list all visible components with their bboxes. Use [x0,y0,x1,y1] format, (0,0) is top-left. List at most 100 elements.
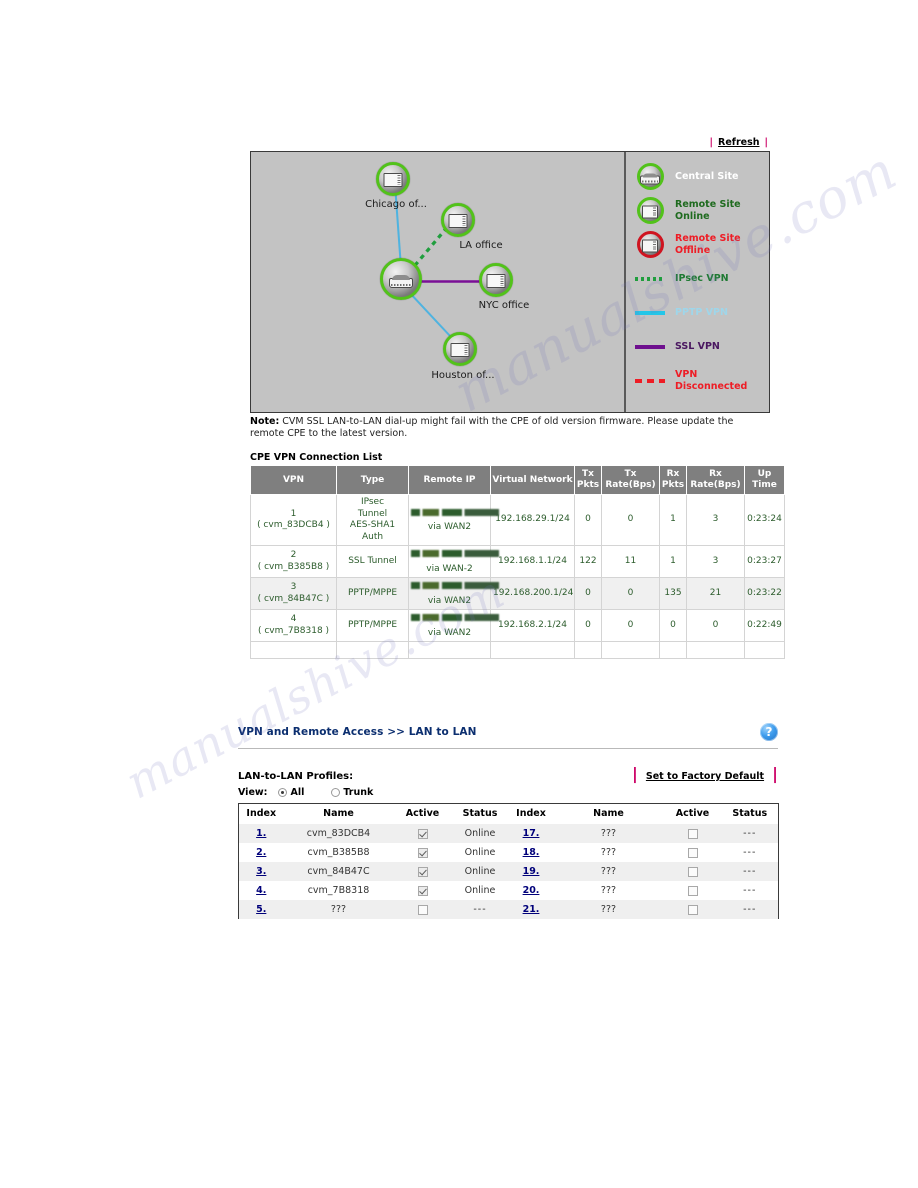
topology-node-chicago[interactable] [376,162,410,196]
cell-index-left: 3. [238,862,284,881]
refresh-link[interactable]: Refresh [716,137,761,148]
cell-vpn: 3 ( cvm_84B47C ) [250,577,337,610]
radio-trunk-icon[interactable] [331,788,341,797]
profile-index-link[interactable]: 3. [256,866,266,877]
cpe-table-row: 4 ( cvm_7B8318 ) PPTP/MPPE 111.251.166.1… [250,609,785,642]
col-header-index-right: Index [508,803,554,824]
active-checkbox-icon[interactable] [687,866,698,877]
active-checkbox-icon[interactable] [417,866,428,877]
active-checkbox-icon[interactable] [417,885,428,896]
active-checkbox-icon[interactable] [687,828,698,839]
cell-status-right: --- [721,843,779,862]
cell-active-left [393,900,452,919]
cell-vpn-name: ( cvm_83DCB4 ) [257,520,330,530]
spacer-cell [250,641,337,659]
topology-node-houston[interactable] [443,332,477,366]
cell-active-right [663,881,722,900]
col-header-line1: Rx [666,469,680,479]
topology-box: Chicago of... LA office NYC office Houst… [250,151,770,413]
page-header: VPN and Remote Access >> LAN to LAN ? [238,723,778,749]
col-header-line1: Up [757,469,772,479]
profile-index-link[interactable]: 2. [256,847,266,858]
col-header-virtual-network: Virtual Network [490,465,575,495]
spacer-cell [601,641,660,659]
profile-index-link[interactable]: 5. [256,904,266,915]
ssl-line-swatch-icon [635,344,665,349]
cell-tx-pkts: 0 [574,494,602,546]
view-option-all[interactable]: All [278,787,304,798]
cell-index-left: 5. [238,900,284,919]
cell-remote-ip-address: 111.251.166.132 [411,506,499,518]
topology-note: Note: CVM SSL LAN-to-LAN dial-up might f… [250,416,762,440]
topology-node-label-houston: Houston of... [431,370,495,381]
spacer-cell [686,641,745,659]
cpe-device-icon [448,214,468,229]
profile-index-link[interactable]: 1. [256,828,266,839]
legend-label-central-site: Central Site [675,170,739,182]
view-option-trunk-label: Trunk [343,787,374,798]
cell-type: PPTP/MPPE [336,609,409,642]
cell-name-right: ??? [553,900,664,919]
spacer-cell [408,641,491,659]
radio-all-icon[interactable] [278,788,288,797]
cell-active-left [393,881,452,900]
topology-node-nyc[interactable] [479,263,513,297]
cell-rx-pkts: 1 [659,494,687,546]
legend-item-ssl-vpn: SSL VPN [630,330,769,363]
active-checkbox-icon[interactable] [417,828,428,839]
profile-index-link[interactable]: 21. [523,904,540,915]
profile-index-link[interactable]: 18. [523,847,540,858]
cell-status-left: Online [451,862,509,881]
cpe-device-icon [383,173,403,188]
table-row: 2. cvm_B385B8 Online 18. ??? --- [238,843,779,862]
active-checkbox-icon[interactable] [417,847,428,858]
col-header-line2: Rate(Bps) [690,480,741,490]
legend-item-ipsec-vpn: IPsec VPN [630,262,769,295]
profile-index-link[interactable]: 19. [523,866,540,877]
col-header-name-left: Name [283,803,394,824]
legend-icon-cell [630,364,670,397]
cell-active-right [663,843,722,862]
cell-name-left: cvm_7B8318 [283,881,394,900]
cell-name-right: ??? [553,843,664,862]
legend-label-vpn-disconnected: VPN Disconnected [670,369,747,393]
topology-canvas[interactable]: Chicago of... LA office NYC office Houst… [251,152,624,412]
breadcrumb: VPN and Remote Access >> LAN to LAN [238,726,477,738]
cell-up-time: 0:22:49 [744,609,785,642]
active-checkbox-icon[interactable] [687,847,698,858]
cell-name-right: ??? [553,881,664,900]
active-checkbox-icon[interactable] [687,904,698,915]
cell-virtual-network: 192.168.1.1/24 [490,545,575,578]
profile-index-link[interactable]: 20. [523,885,540,896]
active-checkbox-icon[interactable] [417,904,428,915]
note-prefix: Note: [250,416,280,427]
active-checkbox-icon[interactable] [687,885,698,896]
help-icon[interactable]: ? [760,723,778,741]
profile-index-link[interactable]: 4. [256,885,266,896]
cell-remote-ip-address: 111.251.166.132 [411,580,499,591]
set-to-factory-default-link[interactable]: Set to Factory Default [643,771,767,782]
profile-index-link[interactable]: 17. [523,828,540,839]
cell-type: PPTP/MPPE [336,577,409,610]
view-option-trunk[interactable]: Trunk [331,787,373,798]
cell-vpn-name: ( cvm_7B8318 ) [257,625,330,636]
col-header-line1: Tx [624,469,637,479]
view-label: View: [238,787,268,798]
legend-item-remote-site-online: Remote Site Online [630,194,769,227]
type-line: Auth [361,531,384,542]
col-header-active-left: Active [393,803,452,824]
cell-name-left: cvm_84B47C [283,862,394,881]
cell-tx-rate: 0 [601,609,660,642]
factory-default-group: | Set to Factory Default | [632,764,778,783]
cell-vpn: 4 ( cvm_7B8318 ) [250,609,337,642]
cell-status-right: --- [721,824,779,843]
cell-remote-ip: 111.251.166.132 via WAN2 [408,577,499,610]
cell-index-right: 17. [508,824,554,843]
cell-up-time: 0:23:27 [744,545,785,578]
topology-node-la[interactable] [441,203,475,237]
cvm-vpn-topology-section: | Refresh | Chicago of... LA office NYC … [250,137,785,659]
cell-remote-ip: 111.251.166.132 via WAN2 [408,494,499,546]
type-line: AES-SHA1 [349,520,396,530]
topology-node-central-site[interactable] [380,258,422,300]
cpe-table-spacer-row [250,641,785,659]
